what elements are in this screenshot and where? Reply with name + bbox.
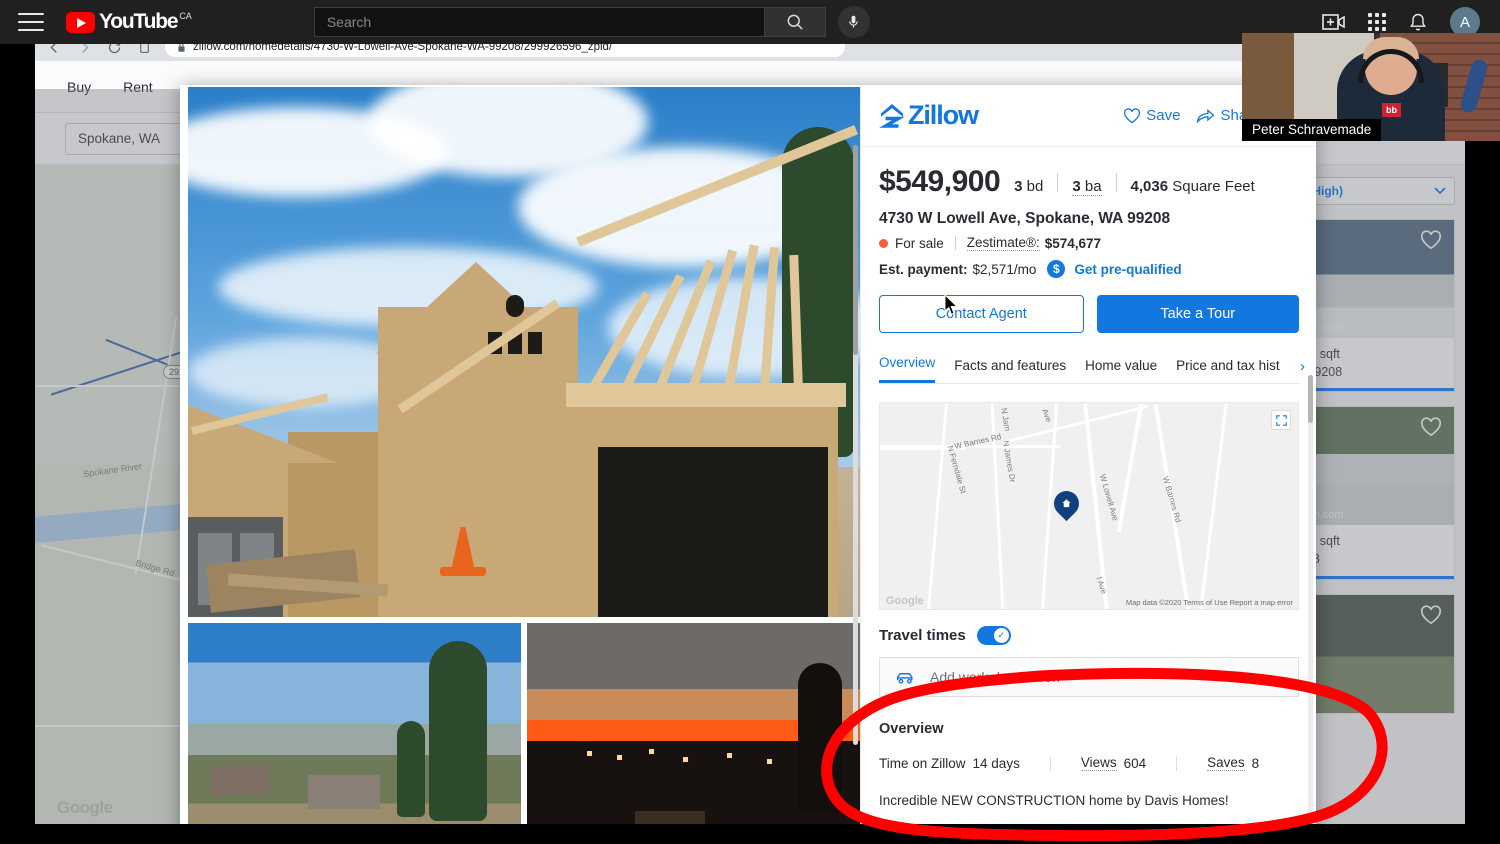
gallery-scrollbar[interactable] [853, 145, 858, 745]
stat-value-time-on-zillow: 14 days [972, 755, 1020, 771]
save-label: Save [1146, 107, 1181, 124]
expand-icon[interactable] [1271, 410, 1291, 430]
bell-icon[interactable] [1408, 11, 1428, 33]
dollar-coin-icon: $ [1047, 260, 1066, 278]
shirt-logo: bb [1382, 103, 1401, 117]
property-minimap[interactable]: W Barnes Rd N Ferndale St N James Dr N J… [879, 402, 1299, 610]
zillow-house-icon [879, 104, 905, 128]
search-input[interactable] [326, 14, 764, 30]
property-detail-modal: Zillow Save Share ··· $549,900 [180, 85, 1316, 824]
detail-scrollbar[interactable] [1308, 375, 1313, 824]
minimap-label-ferndale: N Ferndale St [945, 444, 968, 495]
webcam-overlay: bb Peter Schravemade [1242, 33, 1500, 141]
search-icon [787, 14, 803, 30]
thumbnail-photo[interactable] [188, 623, 521, 824]
price: $549,900 [879, 165, 1001, 198]
home-pin-icon [1048, 485, 1085, 522]
est-payment-label: Est. payment: [879, 261, 968, 277]
get-prequalified-link[interactable]: Get pre-qualified [1074, 262, 1181, 277]
share-arrow-icon [1197, 108, 1215, 123]
tab-home-value[interactable]: Home value [1085, 358, 1157, 383]
stat-value-views: 604 [1123, 755, 1147, 771]
contact-agent-button[interactable]: Contact Agent [879, 295, 1084, 333]
price-row: $549,900 3 bd 3 ba 4,036 Square Feet [879, 165, 1299, 199]
zestimate-value: $574,677 [1044, 235, 1102, 251]
tab-price-and-tax-history[interactable]: Price and tax hist [1176, 358, 1280, 383]
divider [1115, 172, 1117, 192]
detail-pane: Zillow Save Share ··· $549,900 [860, 85, 1316, 824]
minimap-label-ave: Ave [1040, 407, 1054, 424]
map-attribution: Map data ©2020 Terms of Use Report a map… [1125, 598, 1293, 607]
cta-row: Contact Agent Take a Tour [879, 295, 1299, 333]
baths: 3 ba [1072, 178, 1102, 196]
voice-search-button[interactable] [837, 6, 870, 38]
apps-grid-icon[interactable] [1368, 13, 1386, 31]
detail-tabs: Overview Facts and features Home value P… [879, 355, 1305, 384]
divider [1049, 755, 1051, 771]
travel-times-row: Travel times [879, 626, 1299, 645]
presenter-name: Peter Schravemade [1242, 119, 1382, 141]
microphone-icon [849, 15, 859, 28]
travel-times-label: Travel times [879, 627, 966, 644]
take-a-tour-button[interactable]: Take a Tour [1096, 295, 1299, 333]
address: 4730 W Lowell Ave, Spokane, WA 99208 [879, 210, 1171, 227]
youtube-search [313, 6, 870, 38]
zestimate-label: Zestimate®: [966, 235, 1040, 251]
stat-label-saves: Saves [1207, 755, 1245, 771]
zillow-wordmark: Zillow [908, 100, 979, 130]
heart-icon [1124, 107, 1141, 123]
search-button[interactable] [763, 7, 826, 37]
youtube-logo-text: YouTube [99, 10, 179, 33]
square-feet: 4,036 Square Feet [1130, 178, 1255, 195]
minimap-label-lowell: W Lowell Ave [1098, 473, 1120, 522]
youtube-country-code: CA [179, 11, 192, 21]
overview-stats: Time on Zillow 14 days Views 604 Saves 8 [879, 755, 1299, 771]
thumbnail-photo[interactable] [527, 623, 860, 824]
status-badge: For sale [895, 235, 944, 251]
status-row: For sale Zestimate®: $574,677 [879, 235, 1299, 251]
stat-label-time-on-zillow: Time on Zillow [879, 755, 966, 771]
car-icon [896, 672, 913, 684]
add-work-destination-input[interactable]: Add work destination [879, 657, 1299, 697]
overview-title: Overview [879, 721, 944, 737]
hamburger-icon[interactable] [18, 13, 44, 31]
zillow-logo[interactable]: Zillow [879, 100, 979, 131]
photo-gallery [180, 85, 860, 824]
stat-label-views: Views [1080, 755, 1117, 771]
status-dot [879, 238, 888, 248]
divider [1057, 172, 1059, 192]
tab-overview[interactable]: Overview [879, 355, 936, 383]
destination-placeholder: Add work destination [930, 669, 1060, 685]
travel-times-toggle[interactable] [976, 626, 1011, 645]
youtube-play-icon [66, 12, 95, 33]
google-watermark: Google [886, 595, 924, 607]
chevron-right-icon[interactable]: › [1300, 358, 1305, 375]
create-video-icon[interactable] [1322, 12, 1346, 32]
est-payment-value: $2,571/mo [972, 261, 1037, 277]
property-description: Incredible NEW CONSTRUCTION home by Davi… [879, 793, 1229, 808]
browser-window: zillow.com/homedetails/4730-W-Lowell-Ave… [35, 33, 1465, 824]
thumbnail-row [188, 623, 860, 824]
stat-value-saves: 8 [1251, 755, 1260, 771]
divider [1176, 755, 1178, 771]
search-input-wrap[interactable] [313, 7, 764, 37]
youtube-logo[interactable]: YouTube CA [66, 11, 192, 33]
payment-row: Est. payment: $2,571/mo $ Get pre-qualif… [879, 260, 1299, 278]
tab-facts-and-features[interactable]: Facts and features [954, 358, 1066, 383]
minimap-label-barnes-2: W Barnes Rd [1160, 475, 1183, 524]
hero-photo[interactable] [188, 87, 860, 617]
save-button[interactable]: Save [1123, 107, 1180, 124]
minimap-label-l-ave: l Ave [1094, 575, 1109, 596]
detail-body: $549,900 3 bd 3 ba 4,036 Square Feet 473… [861, 147, 1316, 824]
divider [954, 236, 956, 250]
beds: 3 bd [1014, 178, 1044, 195]
minimap-label-jam: N Jam [999, 407, 1013, 432]
